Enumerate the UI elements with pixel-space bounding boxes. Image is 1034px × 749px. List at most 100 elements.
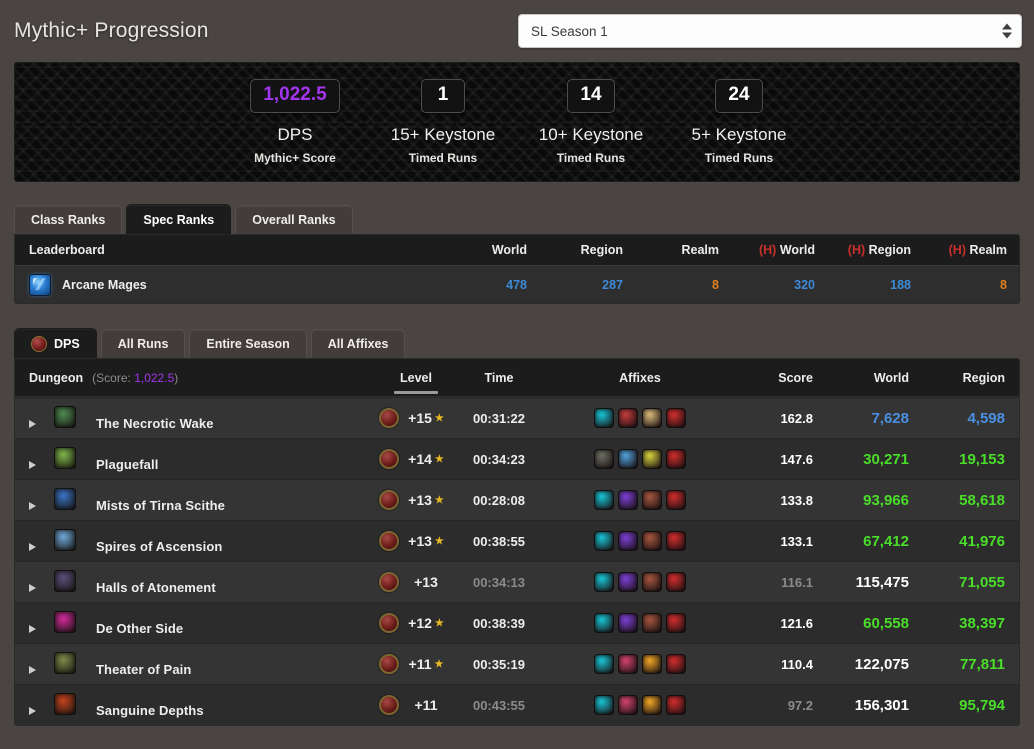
affix-list bbox=[545, 654, 735, 674]
affix-icon[interactable] bbox=[666, 449, 686, 469]
rank-world[interactable]: 478 bbox=[431, 278, 527, 292]
affix-icon[interactable] bbox=[642, 654, 662, 674]
rank-realm[interactable]: 8 bbox=[623, 278, 719, 292]
affix-icon[interactable] bbox=[642, 408, 662, 428]
affix-icon[interactable] bbox=[666, 654, 686, 674]
col-level[interactable]: Level bbox=[379, 371, 453, 385]
dungeon-cell: De Other Side bbox=[29, 610, 379, 636]
col-time[interactable]: Time bbox=[453, 371, 545, 385]
affix-icon[interactable] bbox=[642, 531, 662, 551]
rank-h-region[interactable]: 188 bbox=[815, 278, 911, 292]
run-world-rank[interactable]: 156,301 bbox=[813, 697, 909, 714]
tab-entire-season[interactable]: Entire Season bbox=[189, 329, 307, 358]
run-region-rank[interactable]: 41,976 bbox=[909, 533, 1005, 550]
affix-icon[interactable] bbox=[618, 490, 638, 510]
affix-icon[interactable] bbox=[666, 695, 686, 715]
run-world-rank[interactable]: 60,558 bbox=[813, 615, 909, 632]
stat-label: 10+ Keystone bbox=[538, 124, 644, 144]
affix-icon[interactable] bbox=[594, 490, 614, 510]
rank-region[interactable]: 287 bbox=[527, 278, 623, 292]
affix-icon[interactable] bbox=[642, 572, 662, 592]
table-row[interactable]: Halls of Atonement +13 00:34:13 116.1 115,47… bbox=[15, 561, 1019, 602]
affix-icon[interactable] bbox=[666, 531, 686, 551]
season-select[interactable]: SL Season 1 bbox=[518, 14, 1022, 48]
affix-icon[interactable] bbox=[618, 408, 638, 428]
affix-icon[interactable] bbox=[642, 490, 662, 510]
affix-icon[interactable] bbox=[594, 572, 614, 592]
tab-class-ranks[interactable]: Class Ranks bbox=[14, 205, 123, 234]
run-region-rank[interactable]: 58,618 bbox=[909, 492, 1005, 509]
keystone-level: +12 ★ bbox=[408, 615, 444, 631]
col-run-world[interactable]: World bbox=[813, 371, 909, 385]
table-row[interactable]: De Other Side +12 ★ 00:38:39 121.6 60,558 38,3… bbox=[15, 602, 1019, 643]
affix-icon[interactable] bbox=[618, 613, 638, 633]
affix-icon[interactable] bbox=[594, 654, 614, 674]
col-affixes[interactable]: Affixes bbox=[545, 371, 735, 385]
affix-icon[interactable] bbox=[642, 449, 662, 469]
stat-block: 24 5+ Keystone Timed Runs bbox=[665, 79, 813, 165]
affix-icon[interactable] bbox=[618, 572, 638, 592]
expand-row-icon[interactable] bbox=[29, 542, 36, 551]
run-region-rank[interactable]: 77,811 bbox=[909, 656, 1005, 673]
run-region-rank[interactable]: 71,055 bbox=[909, 574, 1005, 591]
col-score[interactable]: Score bbox=[735, 371, 813, 385]
affix-icon[interactable] bbox=[618, 654, 638, 674]
expand-row-icon[interactable] bbox=[29, 706, 36, 715]
expand-row-icon[interactable] bbox=[29, 583, 36, 592]
table-row[interactable]: Spires of Ascension +13 ★ 00:38:55 133.1 67,4… bbox=[15, 520, 1019, 561]
table-row[interactable]: Sanguine Depths +11 00:43:55 97.2 156,301 95,… bbox=[15, 684, 1019, 725]
tab-overall-ranks[interactable]: Overall Ranks bbox=[235, 205, 353, 234]
tab-dps[interactable]: DPS bbox=[14, 328, 97, 358]
rank-h-world[interactable]: 320 bbox=[719, 278, 815, 292]
rank-h-realm[interactable]: 8 bbox=[911, 278, 1007, 292]
expand-row-icon[interactable] bbox=[29, 460, 36, 469]
col-run-region[interactable]: Region bbox=[909, 371, 1005, 385]
affix-icon[interactable] bbox=[594, 695, 614, 715]
run-world-rank[interactable]: 122,075 bbox=[813, 656, 909, 673]
dungeon-cell: The Necrotic Wake bbox=[29, 405, 379, 431]
affix-icon[interactable] bbox=[666, 572, 686, 592]
run-world-rank[interactable]: 30,271 bbox=[813, 451, 909, 468]
affix-icon[interactable] bbox=[666, 490, 686, 510]
affix-icon[interactable] bbox=[618, 695, 638, 715]
affix-icon[interactable] bbox=[594, 531, 614, 551]
leaderboard-row[interactable]: Arcane Mages 478 287 8 320 188 8 bbox=[15, 265, 1019, 303]
expand-row-icon[interactable] bbox=[29, 665, 36, 674]
expand-row-icon[interactable] bbox=[29, 501, 36, 510]
dungeon-icon bbox=[54, 405, 76, 428]
table-row[interactable]: Theater of Pain +11 ★ 00:35:19 110.4 122,075 7… bbox=[15, 643, 1019, 684]
run-world-rank[interactable]: 115,475 bbox=[813, 574, 909, 591]
affix-icon[interactable] bbox=[594, 408, 614, 428]
run-world-rank[interactable]: 7,628 bbox=[813, 410, 909, 427]
table-row[interactable]: Mists of Tirna Scithe +13 ★ 00:28:08 133.8 93… bbox=[15, 479, 1019, 520]
tab-all-affixes[interactable]: All Affixes bbox=[310, 329, 406, 358]
run-region-rank[interactable]: 4,598 bbox=[909, 410, 1005, 427]
affix-icon[interactable] bbox=[666, 613, 686, 633]
run-region-rank[interactable]: 38,397 bbox=[909, 615, 1005, 632]
affix-icon[interactable] bbox=[642, 695, 662, 715]
table-row[interactable]: The Necrotic Wake +15 ★ 00:31:22 162.8 7,628 4… bbox=[15, 397, 1019, 438]
run-region-rank[interactable]: 19,153 bbox=[909, 451, 1005, 468]
run-world-rank[interactable]: 67,412 bbox=[813, 533, 909, 550]
expand-row-icon[interactable] bbox=[29, 624, 36, 633]
affix-icon[interactable] bbox=[594, 449, 614, 469]
affix-icon[interactable] bbox=[618, 449, 638, 469]
run-score: 110.4 bbox=[781, 656, 813, 672]
affix-list bbox=[545, 613, 735, 633]
tab-spec-ranks[interactable]: Spec Ranks bbox=[126, 204, 232, 234]
tab-all-runs[interactable]: All Runs bbox=[100, 329, 186, 358]
affix-icon[interactable] bbox=[666, 408, 686, 428]
keystone-level: +13 bbox=[414, 574, 438, 590]
spec-name: Arcane Mages bbox=[62, 277, 147, 292]
stat-block: 1 15+ Keystone Timed Runs bbox=[369, 79, 517, 165]
run-region-rank[interactable]: 95,794 bbox=[909, 697, 1005, 714]
h-prefix: (H) bbox=[948, 243, 966, 257]
affix-icon[interactable] bbox=[594, 613, 614, 633]
table-row[interactable]: Plaguefall +14 ★ 00:34:23 147.6 30,271 19,153 bbox=[15, 438, 1019, 479]
affix-icon[interactable] bbox=[642, 613, 662, 633]
affix-list bbox=[545, 531, 735, 551]
spinner-arrows-icon[interactable] bbox=[1002, 23, 1012, 39]
run-world-rank[interactable]: 93,966 bbox=[813, 492, 909, 509]
expand-row-icon[interactable] bbox=[29, 419, 36, 428]
affix-icon[interactable] bbox=[618, 531, 638, 551]
